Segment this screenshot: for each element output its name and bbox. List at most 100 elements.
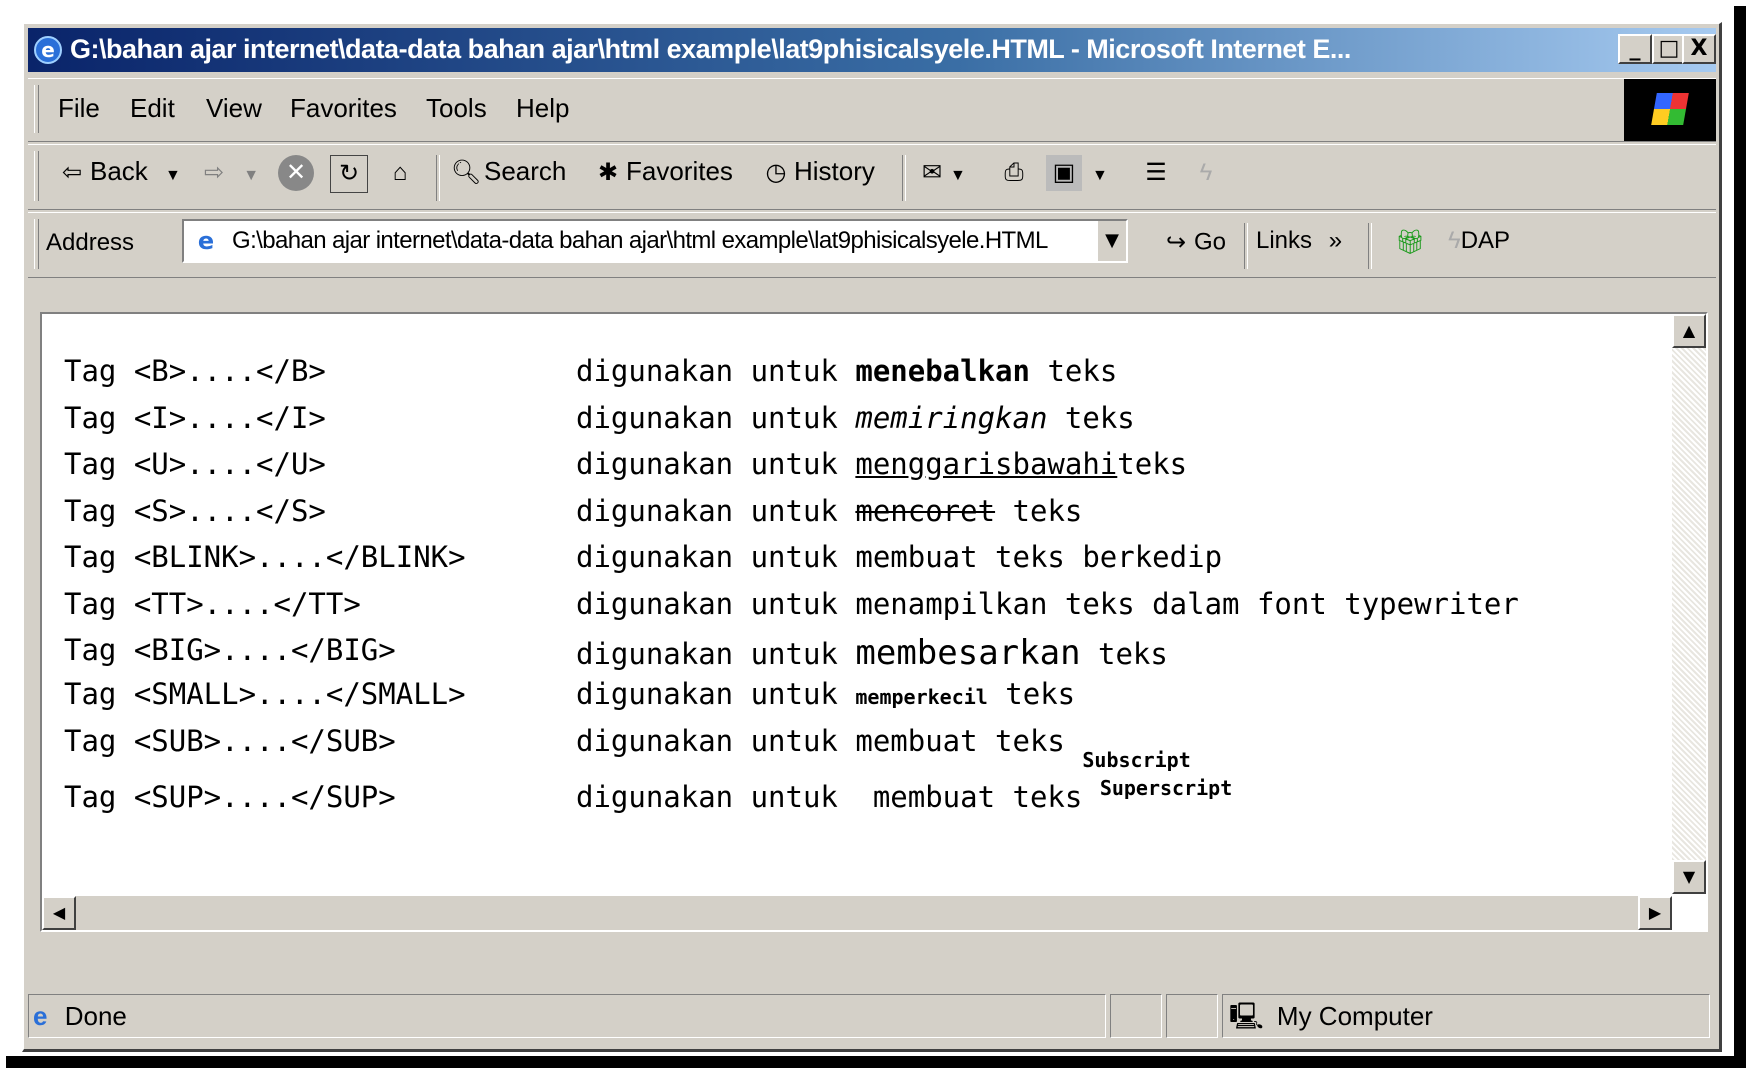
history-button[interactable]: ◷ History: [758, 155, 875, 191]
tag-label: Tag <BIG>....</BIG>: [64, 633, 396, 667]
grip-handle[interactable]: [34, 85, 39, 133]
history-icon: ◷: [765, 159, 787, 186]
tag-description: digunakan untuk membuat teks Subscript: [576, 724, 1191, 772]
content-row: Tag <SUP>....</SUP> digunakan untuk membu…: [64, 776, 1504, 827]
close-button[interactable]: X: [1682, 34, 1716, 64]
plain-text: membuat teks: [855, 779, 1100, 814]
stop-button[interactable]: ✕: [278, 155, 314, 191]
scroll-up-button[interactable]: ▲: [1672, 314, 1706, 348]
messenger-button[interactable]: ϟ: [1188, 155, 1224, 191]
maximize-button[interactable]: □: [1652, 34, 1686, 64]
address-value: G:\bahan ajar internet\data-data bahan a…: [232, 227, 1048, 254]
scroll-left-button[interactable]: ◀: [42, 896, 76, 930]
home-button[interactable]: ⌂: [382, 155, 418, 191]
back-arrow-icon: ⇦: [61, 159, 83, 186]
plain-text: teks: [1117, 447, 1188, 481]
grip-handle[interactable]: [34, 151, 39, 201]
links-button[interactable]: Links »: [1256, 227, 1342, 255]
mail-button[interactable]: ✉ ▼: [914, 155, 966, 191]
search-button[interactable]: 🔍︎ Search: [448, 155, 567, 191]
tag-description: digunakan untuk membuat teks berkedip: [576, 540, 1222, 574]
window-title: G:\bahan ajar internet\data-data bahan a…: [70, 34, 1351, 64]
styled-example-text: Subscript: [1082, 747, 1191, 772]
home-icon: ⌂: [392, 159, 408, 186]
plain-text: teks: [995, 493, 1083, 528]
horizontal-scrollbar[interactable]: ◀ ▶: [42, 896, 1672, 930]
gift-button[interactable]: 🎁︎: [1392, 225, 1428, 261]
content-row: Tag <BLINK>....</BLINK> digunakan untuk m…: [64, 540, 1504, 587]
title-bar[interactable]: e G:\bahan ajar internet\data-data bahan…: [28, 28, 1716, 72]
menu-favorites[interactable]: Favorites: [290, 93, 397, 124]
tag-label: Tag <U>....</U>: [64, 447, 326, 481]
discuss-button[interactable]: ☰: [1138, 155, 1174, 191]
go-label: Go: [1194, 228, 1227, 256]
refresh-button[interactable]: ↻: [330, 155, 368, 193]
go-arrow-icon: ↪: [1165, 229, 1187, 256]
gift-icon: 🎁︎: [1394, 229, 1426, 256]
browser-window: e G:\bahan ajar internet\data-data bahan…: [22, 22, 1722, 1052]
my-computer-icon: 🖳︎: [1229, 1001, 1264, 1031]
verb-text: digunakan untuk: [576, 540, 838, 574]
print-button[interactable]: ⎙: [996, 155, 1032, 191]
back-dropdown-icon[interactable]: ▼: [165, 167, 181, 184]
status-panel: [1110, 994, 1162, 1038]
dap-button[interactable]: ϟDAP: [1448, 227, 1510, 255]
go-button[interactable]: ↪ Go: [1158, 225, 1226, 261]
styled-example-text: menggarisbawahi: [855, 447, 1118, 481]
search-icon: 🔍︎: [450, 159, 482, 186]
links-chevron-icon[interactable]: »: [1329, 227, 1342, 254]
vertical-scrollbar[interactable]: ▲ ▼: [1672, 314, 1706, 894]
edit-button[interactable]: ▣ ▼: [1046, 155, 1108, 191]
dap-label: DAP: [1460, 227, 1511, 254]
standard-toolbar: ⇦ Back ▼ ⇨ ▼ ✕ ↻ ⌂ 🔍︎ Search ✱ Favorites ◷ H…: [28, 144, 1716, 210]
tag-description: digunakan untuk mencoret teks: [576, 494, 1082, 528]
address-dropdown-icon[interactable]: ▼: [1096, 221, 1126, 261]
menu-file[interactable]: File: [58, 93, 100, 124]
page-content: Tag <B>....</B> digunakan untuk menebalka…: [40, 312, 1708, 932]
lightning-icon: ϟ: [1448, 227, 1461, 254]
plain-text: teks: [987, 677, 1076, 711]
favorites-icon: ✱: [597, 159, 619, 186]
scroll-right-button[interactable]: ▶: [1638, 896, 1672, 930]
stop-icon: ✕: [278, 155, 314, 191]
content-row: Tag <U>....</U> digunakan untuk menggaris…: [64, 447, 1504, 494]
status-panel: [1166, 994, 1218, 1038]
menu-tools[interactable]: Tools: [426, 93, 487, 124]
page-icon: e: [197, 227, 215, 255]
page-done-icon: e: [33, 1001, 48, 1031]
toolbar-separator: [436, 155, 440, 201]
plain-text: teks: [1080, 637, 1168, 671]
ie-icon: e: [34, 36, 62, 64]
grip-handle[interactable]: [34, 219, 39, 269]
mail-dropdown-icon[interactable]: ▼: [950, 167, 966, 184]
tag-description: digunakan untuk membesarkan teks: [576, 633, 1168, 673]
windows-logo-throbber: [1624, 79, 1716, 141]
menu-help[interactable]: Help: [516, 93, 569, 124]
menu-view[interactable]: View: [206, 93, 262, 124]
verb-text: digunakan untuk: [576, 637, 838, 671]
status-text-panel: e Done: [28, 994, 1106, 1038]
menu-edit[interactable]: Edit: [130, 93, 175, 124]
verb-text: digunakan untuk: [576, 677, 838, 711]
address-input[interactable]: e G:\bahan ajar internet\data-data bahan…: [182, 219, 1128, 263]
plain-text: membuat teks berkedip: [855, 540, 1223, 574]
scroll-down-button[interactable]: ▼: [1672, 860, 1706, 894]
minimize-button[interactable]: _: [1618, 34, 1652, 64]
forward-button[interactable]: ⇨ ▼: [196, 155, 259, 191]
toolbar-separator: [1368, 223, 1372, 269]
styled-example-text: menebalkan: [855, 354, 1030, 388]
forward-dropdown-icon[interactable]: ▼: [243, 167, 259, 184]
status-bar: e Done 🖳︎ My Computer: [28, 990, 1716, 1044]
back-label: Back: [90, 155, 148, 186]
verb-text: digunakan untuk: [576, 447, 838, 481]
links-label: Links: [1256, 227, 1313, 254]
verb-text: digunakan untuk: [576, 354, 838, 388]
discuss-icon: ☰: [1145, 159, 1167, 186]
toolbar-separator: [902, 155, 906, 201]
styled-example-text: memperkecil: [855, 685, 988, 709]
styled-example-text: memiringkan: [855, 400, 1048, 435]
favorites-button[interactable]: ✱ Favorites: [590, 155, 733, 191]
back-button[interactable]: ⇦ Back ▼: [54, 155, 181, 191]
verb-text: digunakan untuk: [576, 400, 838, 435]
edit-dropdown-icon[interactable]: ▼: [1092, 167, 1108, 184]
